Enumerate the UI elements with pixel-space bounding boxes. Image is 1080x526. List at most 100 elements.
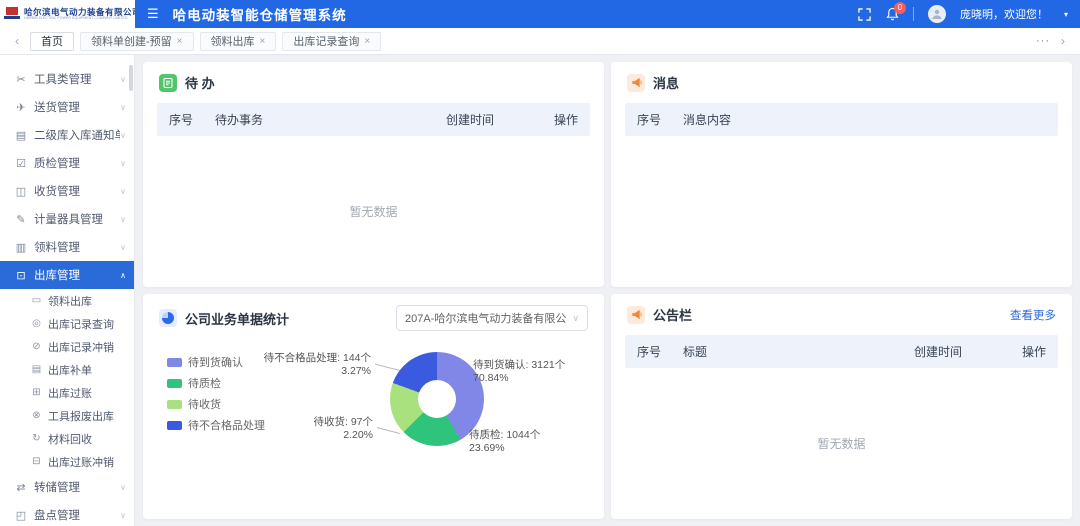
collapse-menu-icon[interactable]: ☰ (147, 6, 159, 22)
column-header: 待办事务 (215, 111, 446, 128)
chevron-down-icon: ∨ (120, 215, 126, 224)
chart-callout: 待不合格品处理: 144个 3.27% (264, 352, 371, 378)
record-query-icon: ◎ (30, 318, 43, 329)
messages-table-header: 序号 消息内容 (625, 103, 1058, 136)
sidebar-subitem-tool-scrap-outbound[interactable]: ⊗ 工具报废出库 (0, 404, 134, 427)
tool-scrap-icon: ⊗ (30, 410, 43, 421)
fullscreen-icon[interactable] (858, 7, 872, 21)
legend-swatch (167, 379, 182, 388)
tab-material-request-create[interactable]: 领料单创建-预留 × (80, 32, 194, 51)
todo-table-header: 序号 待办事务 创建时间 操作 (157, 103, 590, 136)
tabs-scroll-left-icon[interactable]: ‹ (10, 34, 24, 48)
sidebar-item-outbound-management[interactable]: ⊡ 出库管理 ∧ (0, 261, 134, 289)
chevron-down-icon: ∨ (120, 131, 126, 140)
tools-icon: ✂ (14, 73, 28, 86)
company-filter-value: 207A-哈尔滨电气动力装备有限公 (405, 310, 566, 326)
transfer-icon: ⇄ (14, 481, 28, 494)
todo-panel-title: 待 办 (185, 73, 215, 92)
tabs-more-icon[interactable]: ··· (1036, 35, 1050, 47)
supplement-icon: ▤ (30, 364, 43, 375)
user-menu-caret-icon[interactable]: ▾ (1064, 10, 1068, 19)
sidebar-subitem-outbound-supplement[interactable]: ▤ 出库补单 (0, 358, 134, 381)
bulletin-table-body: 暂无数据 (611, 368, 1072, 519)
column-header: 标题 (683, 343, 914, 360)
chart-callout: 待收货: 97个 2.20% (313, 416, 373, 442)
tab-material-outbound[interactable]: 领料出库 × (200, 32, 277, 51)
measuring-instrument-icon: ✎ (14, 213, 28, 226)
company-logo-icon (4, 7, 20, 21)
tab-home[interactable]: 首页 (30, 32, 74, 51)
user-greeting[interactable]: 庞晓明，欢迎您！ (960, 6, 1048, 22)
sidebar-item-tools-management[interactable]: ✂ 工具类管理 ∨ (0, 65, 134, 93)
close-icon[interactable]: × (364, 36, 370, 47)
sidebar-subitem-outbound-record-writeoff[interactable]: ⊘ 出库记录冲销 (0, 335, 134, 358)
sidebar-item-material-request-management[interactable]: ▥ 领料管理 ∨ (0, 233, 134, 261)
column-header: 操作 (536, 111, 578, 128)
app-header: 哈尔滨电气动力装备有限公司 HARBIN ELECTRIC POWER EQUI… (0, 0, 1080, 28)
chart-callout: 待质检: 1044个 23.69% (469, 429, 540, 455)
sidebar-subitem-outbound-posting-writeoff[interactable]: ⊟ 出库过账冲销 (0, 450, 134, 473)
legend-item[interactable]: 待收货 (167, 396, 265, 412)
stats-panel: 公司业务单据统计 207A-哈尔滨电气动力装备有限公 ∨ 待到货确认 待质检 (143, 294, 604, 519)
column-header: 操作 (1004, 343, 1046, 360)
view-more-link[interactable]: 查看更多 (1010, 307, 1056, 323)
header-bar: ☰ 哈电动装智能仓储管理系统 0 庞晓明，欢迎您！ ▾ (135, 0, 1080, 28)
legend-item[interactable]: 待到货确认 (167, 354, 265, 370)
company-logo: 哈尔滨电气动力装备有限公司 HARBIN ELECTRIC POWER EQUI… (0, 0, 135, 28)
stocktaking-icon: ◰ (14, 509, 28, 522)
tabs-scroll-right-icon[interactable]: › (1056, 34, 1070, 48)
bulletin-panel: 公告栏 查看更多 序号 标题 创建时间 操作 暂无数据 (611, 294, 1072, 519)
column-header: 创建时间 (914, 343, 1004, 360)
receiving-icon: ◫ (14, 185, 28, 198)
chevron-down-icon: ∨ (120, 187, 126, 196)
stats-panel-title: 公司业务单据统计 (185, 309, 289, 328)
legend-swatch (167, 421, 182, 430)
close-icon[interactable]: × (177, 36, 183, 47)
tab-outbound-record-query[interactable]: 出库记录查询 × (282, 32, 381, 51)
chevron-down-icon: ∨ (120, 75, 126, 84)
sidebar-item-secondary-inbound-notice[interactable]: ▤ 二级库入库通知单 ∨ (0, 121, 134, 149)
sidebar-item-delivery-management[interactable]: ✈ 送货管理 ∨ (0, 93, 134, 121)
quality-check-icon: ☑ (14, 157, 28, 170)
tab-label: 领料单创建-预留 (91, 33, 172, 49)
header-divider (913, 7, 914, 21)
tab-label: 领料出库 (211, 33, 255, 49)
posting-icon: ⊞ (30, 387, 43, 398)
sidebar-item-receiving-management[interactable]: ◫ 收货管理 ∨ (0, 177, 134, 205)
legend-item[interactable]: 待质检 (167, 375, 265, 391)
main-content: 待 办 序号 待办事务 创建时间 操作 暂无数据 消息 序号 消息内容 (135, 55, 1080, 526)
todo-table-body: 暂无数据 (143, 136, 604, 287)
sidebar-item-quality-management[interactable]: ☑ 质检管理 ∨ (0, 149, 134, 177)
messages-panel: 消息 序号 消息内容 (611, 62, 1072, 287)
sidebar-item-transfer-management[interactable]: ⇄ 转储管理 ∨ (0, 473, 134, 501)
notification-bell-icon[interactable]: 0 (886, 7, 899, 21)
close-icon[interactable]: × (260, 36, 266, 47)
sidebar-item-stocktaking-management[interactable]: ◰ 盘点管理 ∨ (0, 501, 134, 526)
todo-panel: 待 办 序号 待办事务 创建时间 操作 暂无数据 (143, 62, 604, 287)
avatar[interactable] (928, 5, 946, 23)
company-name-en: HARBIN ELECTRIC POWER EQUIPMENT COMPANY … (24, 16, 129, 20)
sidebar-subitem-material-outbound[interactable]: ▭ 领料出库 (0, 289, 134, 312)
tab-label: 出库记录查询 (293, 33, 359, 49)
column-header: 创建时间 (446, 111, 536, 128)
sidebar-subitem-material-recycle[interactable]: ↻ 材料回收 (0, 427, 134, 450)
chevron-down-icon: ∨ (120, 483, 126, 492)
legend-swatch (167, 358, 182, 367)
chevron-up-icon: ∧ (120, 271, 126, 280)
sidebar-scrollbar[interactable] (129, 65, 133, 91)
pie-chart-icon (159, 309, 177, 327)
material-outbound-icon: ▭ (30, 295, 43, 306)
company-filter-select[interactable]: 207A-哈尔滨电气动力装备有限公 ∨ (396, 305, 588, 331)
message-megaphone-icon (627, 74, 645, 92)
sidebar-subitem-outbound-record-query[interactable]: ◎ 出库记录查询 (0, 312, 134, 335)
chart-legend: 待到货确认 待质检 待收货 待不合格品处理 (167, 354, 265, 433)
sidebar-subitem-outbound-posting[interactable]: ⊞ 出库过账 (0, 381, 134, 404)
app-title: 哈电动装智能仓储管理系统 (173, 4, 347, 24)
legend-swatch (167, 400, 182, 409)
column-header: 消息内容 (683, 111, 1046, 128)
legend-item[interactable]: 待不合格品处理 (167, 417, 265, 433)
notification-badge: 0 (894, 2, 906, 14)
column-header: 序号 (637, 343, 683, 360)
tab-bar: ‹ 首页 领料单创建-预留 × 领料出库 × 出库记录查询 × ··· › (0, 28, 1080, 55)
sidebar-item-measuring-instrument-management[interactable]: ✎ 计量器具管理 ∨ (0, 205, 134, 233)
